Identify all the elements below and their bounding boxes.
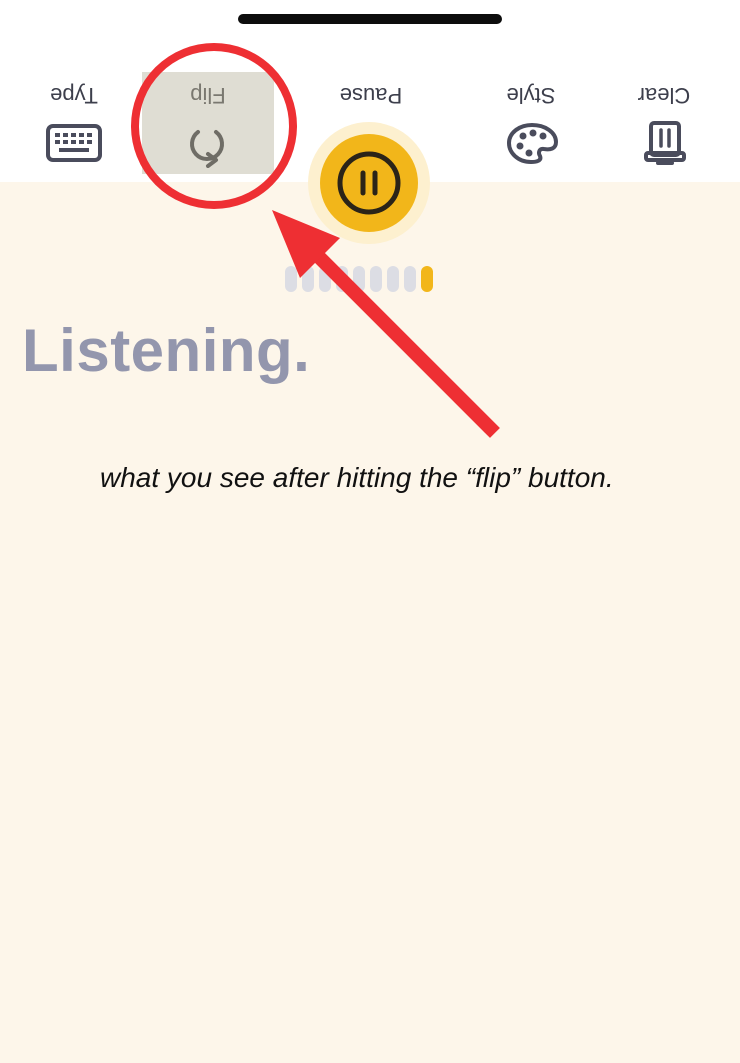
- clear-icon[interactable]: [644, 120, 686, 173]
- type-label: Type: [50, 83, 98, 108]
- audio-level-meter: [285, 266, 455, 292]
- clear-label: Clear: [637, 83, 691, 108]
- app-screen: Type Flip Pause Style Clear Listening. w…: [0, 0, 740, 1063]
- keyboard-icon[interactable]: [46, 124, 102, 167]
- meter-segment: [421, 266, 433, 292]
- flip-label: Flip: [190, 83, 226, 108]
- palette-icon[interactable]: [506, 122, 558, 169]
- status-text: Listening.: [22, 317, 311, 384]
- home-indicator[interactable]: [238, 14, 502, 24]
- meter-segment: [285, 266, 297, 292]
- meter-segment: [336, 266, 348, 292]
- meter-segment: [353, 266, 365, 292]
- meter-segment: [302, 266, 314, 292]
- meter-segment: [370, 266, 382, 292]
- pause-button[interactable]: [308, 122, 430, 244]
- rotate-icon: [186, 122, 230, 173]
- style-label: Style: [506, 83, 556, 108]
- meter-segment: [319, 266, 331, 292]
- pause-button-fill: [320, 134, 418, 232]
- meter-segment: [387, 266, 399, 292]
- meter-segment: [404, 266, 416, 292]
- pause-label: Pause: [339, 83, 403, 108]
- pause-icon: [337, 151, 401, 215]
- annotation-caption: what you see after hitting the “flip” bu…: [100, 462, 614, 493]
